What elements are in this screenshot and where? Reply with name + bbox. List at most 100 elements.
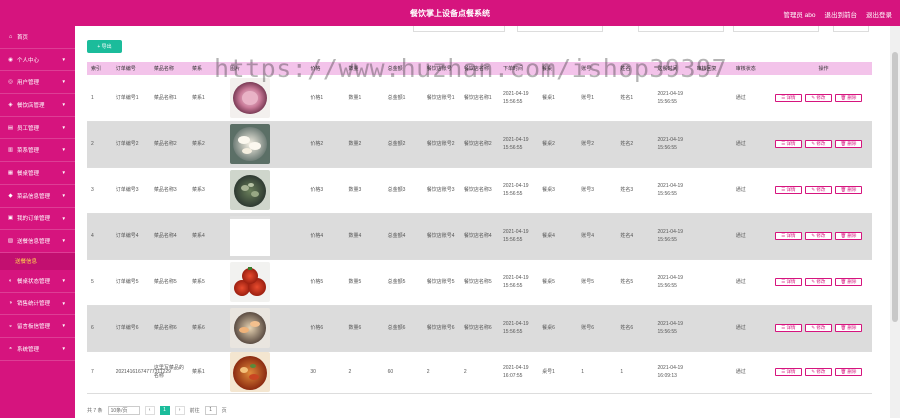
- sidebar-item-label: 餐桌状态管理: [17, 278, 51, 285]
- edit-button[interactable]: ✎ 修改: [804, 324, 832, 332]
- cell-image: [226, 259, 306, 305]
- sidebar-item[interactable]: ▥ 菜系管理 ▼: [0, 139, 75, 163]
- view-button[interactable]: ☰ 详情: [774, 324, 802, 332]
- cell-shop-acc: 餐饮店账号5: [426, 279, 455, 285]
- cell-image: [226, 75, 306, 121]
- delete-button[interactable]: 🗑 删除: [834, 278, 862, 286]
- dish-image-missing: [230, 216, 271, 256]
- top-bar: 餐饮掌上设备点餐系统 管理员 abo 退出到前台 退出登录: [0, 0, 900, 26]
- next-page-button[interactable]: ›: [174, 405, 185, 415]
- row-actions: ☰ 详情 ✎ 修改 🗑 删除: [774, 93, 872, 102]
- sidebar-item-label: 送餐信息管理: [17, 239, 51, 246]
- goto-page-input[interactable]: 1: [204, 405, 217, 415]
- search-field[interactable]: [413, 26, 505, 32]
- view-button[interactable]: ☰ 详情: [774, 232, 802, 240]
- cell-table: 餐桌5: [542, 279, 555, 285]
- sidebar-item[interactable]: ◈ 餐饮店管理 ▼: [0, 94, 75, 117]
- scrollbar-thumb[interactable]: [892, 52, 898, 322]
- cell-order-no: 订单编号3: [115, 187, 139, 193]
- edit-button[interactable]: ✎ 修改: [804, 186, 832, 194]
- table-row: 2 订单编号2 菜品名称2 菜系2 价格2 数量2 总金额2 餐饮店账号2 餐饮店名称2 2021…: [87, 121, 872, 167]
- sidebar-item-label: 我的订单管理: [17, 216, 51, 223]
- sidebar-item[interactable]: ◑ 销售统计管理 ▼: [0, 293, 75, 316]
- column-header: 餐饮店名称: [463, 66, 489, 72]
- edit-button[interactable]: ✎ 修改: [804, 278, 832, 286]
- delete-button[interactable]: 🗑 删除: [834, 186, 862, 194]
- chevron-down-icon: ▼: [61, 277, 66, 283]
- cell-order-time: 2021-04-19 16:07:55: [503, 365, 529, 379]
- sidebar-item[interactable]: ◒ 留言板信管理 ▼: [0, 315, 75, 338]
- cell-name: 菜品名称6: [153, 325, 177, 331]
- sidebar-item[interactable]: ◉ 个人中心 ▼: [0, 49, 75, 72]
- cell-idx: 7: [91, 369, 94, 375]
- cell-idx: 5: [91, 279, 94, 285]
- cell-real-name: 姓名5: [620, 279, 634, 285]
- dish-image[interactable]: [230, 262, 271, 302]
- sidebar-item[interactable]: ▦ 餐桌管理 ▼: [0, 162, 75, 185]
- page-size-select[interactable]: 10条/页: [107, 405, 140, 415]
- view-button[interactable]: ☰ 详情: [774, 368, 802, 376]
- cell-order-no: 订单编号4: [115, 233, 139, 239]
- sidebar-item[interactable]: ⌂ 首页: [0, 26, 75, 49]
- view-button[interactable]: ☰ 详情: [774, 93, 802, 102]
- logout-link[interactable]: 退出登录: [866, 9, 892, 19]
- edit-button[interactable]: ✎ 修改: [804, 140, 832, 148]
- dish-icon: ▥: [7, 147, 14, 154]
- person-icon: ◉: [8, 56, 13, 63]
- view-button[interactable]: ☰ 详情: [774, 186, 802, 194]
- sidebar-item[interactable]: ◓ 系统管理 ▼: [0, 338, 75, 361]
- admin-label[interactable]: 管理员 abo: [783, 9, 815, 19]
- edit-button[interactable]: ✎ 修改: [804, 368, 832, 376]
- sidebar-item[interactable]: ◐ 餐桌状态管理 ▼: [0, 270, 75, 293]
- sidebar-item[interactable]: ▧ 送餐信息管理 ▼: [0, 230, 75, 253]
- sidebar-item[interactable]: ▣ 我的订单管理 ▼: [0, 208, 75, 231]
- search-field[interactable]: [517, 26, 603, 32]
- sidebar-subitem-active[interactable]: 送餐信息: [0, 252, 75, 270]
- edit-button[interactable]: ✎ 修改: [804, 93, 832, 102]
- cell-idx: 2: [91, 141, 94, 147]
- delete-button[interactable]: 🗑 删除: [834, 93, 862, 102]
- cell-qty: 数量6: [348, 325, 362, 331]
- edit-button[interactable]: ✎ 修改: [804, 232, 832, 240]
- cell-qty: 数量4: [348, 233, 362, 239]
- cell-real-name: 姓名1: [620, 94, 634, 101]
- cell-shop-acc: 餐饮店账号1: [426, 94, 455, 101]
- column-header: 账号: [581, 66, 592, 72]
- dish-image[interactable]: [230, 77, 271, 118]
- sidebar-item[interactable]: ◎ 用户管理 ▼: [0, 71, 75, 95]
- cell-status: 通过: [735, 233, 746, 239]
- sidebar-item[interactable]: ▤ 员工管理 ▼: [0, 117, 75, 140]
- delete-button[interactable]: 🗑 删除: [834, 140, 862, 148]
- cell-status: 通过: [735, 94, 746, 101]
- sidebar-item-label: 餐桌管理: [17, 170, 40, 177]
- dish-image[interactable]: [230, 308, 271, 348]
- delete-button[interactable]: 🗑 删除: [834, 324, 862, 332]
- back-to-frontend-link[interactable]: 退出到前台: [825, 9, 858, 19]
- app-title: 餐饮掌上设备点餐系统: [410, 9, 490, 18]
- cell-name: 菜品名称4: [153, 233, 177, 239]
- prev-page-button[interactable]: ‹: [144, 405, 155, 415]
- cell-total: 60: [387, 369, 394, 375]
- cell-order-time: 2021-04-19 15:56:55: [503, 321, 529, 335]
- search-field[interactable]: [733, 26, 819, 32]
- table-row: 1 订单编号1 菜品名称1 菜系1 价格1 数量1 总金额1 餐饮店账号1 餐饮店名称1 2021…: [87, 75, 872, 121]
- view-button[interactable]: ☰ 详情: [774, 140, 802, 148]
- delete-button[interactable]: 🗑 删除: [834, 368, 862, 376]
- dish-image[interactable]: [230, 352, 271, 392]
- sidebar-item[interactable]: ◆ 菜品信息管理 ▼: [0, 185, 75, 208]
- cell-order-no: 20214161674777311229: [115, 369, 171, 375]
- export-button[interactable]: + 导出: [87, 40, 122, 53]
- cell-total: 总金额4: [387, 233, 406, 239]
- column-header: 订单编号: [115, 66, 136, 72]
- cell-price: 价格2: [310, 141, 324, 147]
- delete-button[interactable]: 🗑 删除: [834, 232, 862, 240]
- search-button[interactable]: [833, 26, 869, 32]
- search-field[interactable]: [638, 26, 724, 32]
- vertical-scrollbar[interactable]: [890, 26, 900, 418]
- cell-reply: [693, 305, 732, 351]
- dish-image[interactable]: [230, 170, 271, 210]
- view-button[interactable]: ☰ 详情: [774, 278, 802, 286]
- home-icon: ⌂: [8, 33, 13, 40]
- dish-image[interactable]: [230, 124, 271, 164]
- page-1-button[interactable]: 1: [159, 405, 170, 415]
